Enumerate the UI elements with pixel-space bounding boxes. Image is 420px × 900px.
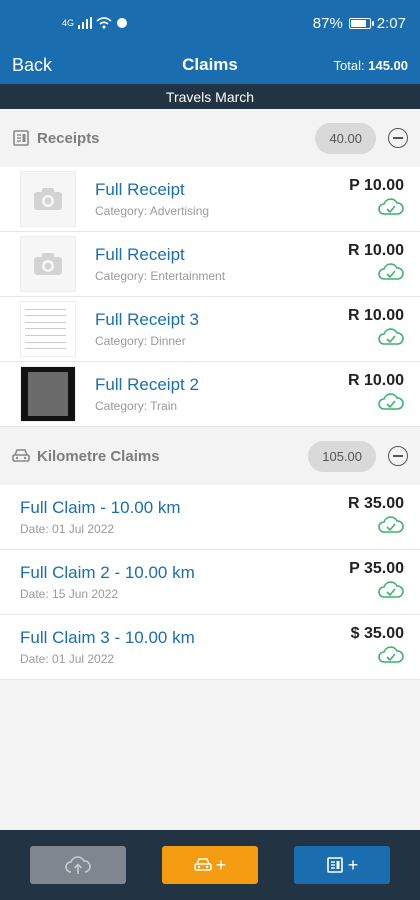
receipts-section-header[interactable]: Receipts 40.00 [0,109,420,167]
claim-group-title: Travels March [0,84,420,109]
receipt-thumbnail [20,301,76,357]
synced-cloud-icon [378,646,404,663]
receipt-icon [13,130,29,146]
receipt-row[interactable]: Full Receipt Category: Entertainment R 1… [0,232,420,297]
claim-row[interactable]: Full Claim - 10.00 km Date: 01 Jul 2022 … [0,485,420,550]
kilometre-label: Kilometre Claims [37,447,160,465]
synced-cloud-icon [378,393,404,410]
receipts-subtotal: 40.00 [315,122,376,154]
signal-icon [78,17,93,29]
receipt-thumbnail [20,366,76,422]
receipt-icon [326,857,343,873]
status-bar: 4G 87% 2:07 [0,0,420,46]
add-kilometre-claim-button[interactable]: + [162,846,258,884]
receipt-amount: R 10.00 [347,372,404,389]
notification-icon [117,18,128,28]
receipt-row[interactable]: Full Receipt Category: Advertising P 10.… [0,167,420,232]
camera-placeholder-icon [20,171,76,227]
car-icon [193,858,212,871]
add-receipt-button[interactable]: + [294,846,390,884]
receipt-amount: R 10.00 [347,242,404,259]
plus-icon: + [347,854,359,875]
cloud-upload-icon [65,856,91,874]
synced-cloud-icon [378,263,404,280]
collapse-kilometre-icon[interactable] [388,446,408,466]
car-icon [12,449,30,462]
battery-percent: 87% [312,14,343,32]
claim-row[interactable]: Full Claim 2 - 10.00 km Date: 15 Jun 202… [0,550,420,615]
clock: 2:07 [376,14,406,32]
total-label: Total: [333,57,365,73]
kilometre-section-header[interactable]: Kilometre Claims 105.00 [0,427,420,485]
bottom-toolbar: + + [0,830,420,900]
claim-row[interactable]: Full Claim 3 - 10.00 km Date: 01 Jul 202… [0,615,420,680]
upload-button[interactable] [30,846,126,884]
claim-amount: R 35.00 [347,495,404,512]
plus-icon: + [215,854,227,875]
receipt-amount: P 10.00 [349,177,404,194]
receipt-amount: R 10.00 [347,307,404,324]
receipts-label: Receipts [37,129,100,147]
nav-bar: Back Claims Total: 145.00 [0,46,420,84]
battery-icon [348,17,374,29]
synced-cloud-icon [378,198,404,215]
receipt-row[interactable]: Full Receipt 3 Category: Dinner R 10.00 [0,297,420,362]
camera-placeholder-icon [20,236,76,292]
synced-cloud-icon [378,581,404,598]
receipts-list: Full Receipt Category: Advertising P 10.… [0,167,420,427]
synced-cloud-icon [378,516,404,533]
network-label: 4G [62,18,75,28]
collapse-receipts-icon[interactable] [388,128,408,148]
claim-amount: $ 35.00 [350,625,404,642]
wifi-icon [96,17,112,29]
kilometre-list: Full Claim - 10.00 km Date: 01 Jul 2022 … [0,485,420,680]
kilometre-subtotal: 105.00 [308,440,376,472]
total-display: Total: 145.00 [334,58,408,73]
total-value: 145.00 [368,57,408,73]
synced-cloud-icon [378,328,404,345]
back-button[interactable]: Back [12,55,52,76]
receipt-row[interactable]: Full Receipt 2 Category: Train R 10.00 [0,362,420,427]
claim-amount: P 35.00 [349,560,404,577]
